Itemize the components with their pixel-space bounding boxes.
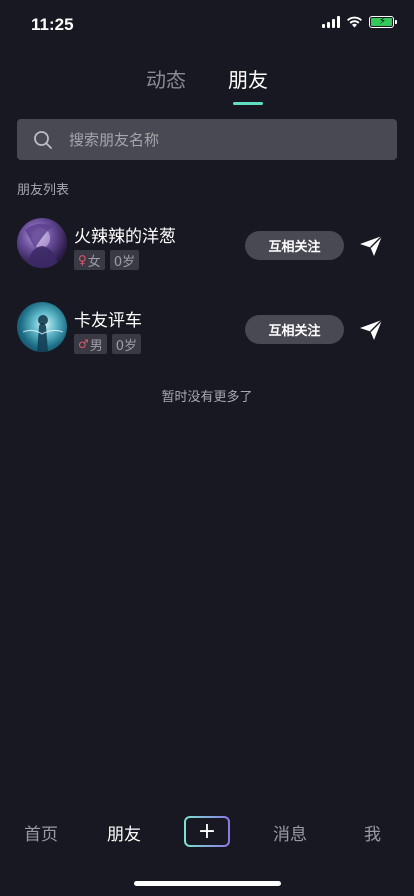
top-tabs: 动态 朋友: [0, 64, 414, 108]
avatar[interactable]: [17, 302, 67, 352]
status-time: 11:25: [31, 15, 74, 34]
add-button[interactable]: +: [184, 816, 230, 847]
friend-name[interactable]: 卡友评车: [74, 306, 142, 331]
gender-tag: ♂ 男: [74, 334, 107, 354]
home-indicator: [134, 881, 281, 886]
nav-messages[interactable]: 消息: [273, 820, 307, 845]
tab-friends[interactable]: 朋友: [228, 64, 268, 93]
nav-friends[interactable]: 朋友: [107, 820, 141, 845]
status-bar: 11:25 ⚡: [0, 0, 414, 48]
signal-icon: [322, 16, 340, 28]
friend-list-label: 朋友列表: [17, 183, 70, 198]
plus-icon: +: [186, 818, 228, 845]
friend-tags: ♂ 男 0岁: [74, 334, 142, 354]
friend-row[interactable]: 卡友评车 ♂ 男 0岁 互相关注: [0, 302, 414, 358]
battery-icon: ⚡: [369, 16, 397, 28]
age-tag: 0岁: [109, 250, 140, 270]
female-icon: ♀: [78, 253, 87, 267]
male-icon: ♂: [78, 337, 89, 351]
bottom-nav: 首页 朋友 + 消息 我: [0, 812, 414, 852]
gender-tag: ♀ 女: [74, 250, 105, 270]
wifi-icon: [347, 16, 362, 28]
gender-text: 女: [87, 254, 101, 270]
gender-text: 男: [89, 338, 103, 354]
mutual-follow-button[interactable]: 互相关注: [245, 315, 344, 344]
search-input[interactable]: [69, 130, 349, 149]
mutual-follow-button[interactable]: 互相关注: [245, 231, 344, 260]
search-bar[interactable]: [17, 119, 397, 160]
status-icons: ⚡: [322, 16, 397, 28]
no-more-text: 暂时没有更多了: [161, 390, 253, 405]
send-message-icon[interactable]: [359, 235, 383, 257]
friend-tags: ♀ 女 0岁: [74, 250, 140, 270]
send-message-icon[interactable]: [359, 319, 383, 341]
avatar[interactable]: [17, 218, 67, 268]
nav-home[interactable]: 首页: [24, 820, 58, 845]
nav-me[interactable]: 我: [364, 820, 381, 845]
friend-row[interactable]: 火辣辣的洋葱 ♀ 女 0岁 互相关注: [0, 218, 414, 274]
friend-name[interactable]: 火辣辣的洋葱: [74, 222, 176, 247]
search-icon: [34, 130, 52, 149]
tab-active-indicator: [233, 102, 263, 105]
tab-dynamic[interactable]: 动态: [146, 64, 186, 93]
charging-bolt-icon: ⚡: [379, 16, 387, 27]
age-tag: 0岁: [111, 334, 142, 354]
